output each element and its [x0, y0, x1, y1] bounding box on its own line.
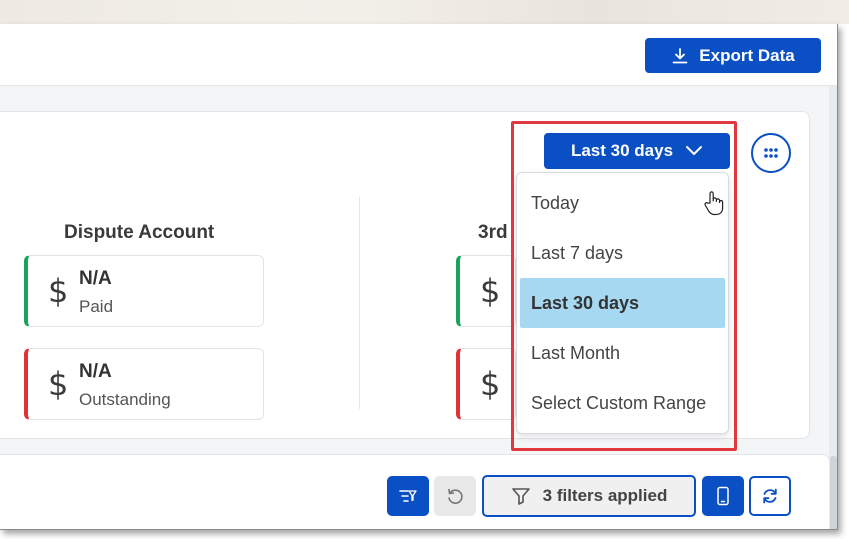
table-panel: 3 filters applied	[0, 454, 830, 529]
outstanding-card: $ N/A Outstanding	[24, 348, 264, 420]
dollar-icon: $	[480, 272, 501, 310]
third-column-title: 3rd	[478, 222, 508, 243]
screenshot-frame: Export Data Last 30 days Dispute Account…	[0, 0, 849, 539]
outstanding-value: N/A	[79, 361, 112, 382]
grid-dots-icon	[764, 148, 778, 158]
third-outstanding-card: $	[456, 348, 516, 420]
mobile-icon	[717, 486, 729, 506]
refresh-button[interactable]	[749, 476, 791, 516]
dispute-account-title: Dispute Account	[64, 222, 215, 243]
filters-applied-button[interactable]: 3 filters applied	[482, 475, 696, 517]
export-data-button[interactable]: Export Data	[645, 38, 821, 73]
dollar-icon: $	[480, 365, 501, 403]
scrollbar-thumb[interactable]	[830, 456, 837, 529]
reset-button[interactable]	[434, 476, 476, 516]
filter-icon	[511, 488, 530, 505]
download-icon	[672, 47, 688, 63]
export-data-label: Export Data	[699, 45, 795, 65]
filter-list-icon	[399, 490, 417, 502]
paid-value: N/A	[79, 268, 112, 289]
dollar-icon: $	[48, 365, 69, 403]
grid-options-button[interactable]	[751, 133, 791, 173]
page-header: Export Data	[0, 24, 837, 86]
column-divider	[359, 197, 360, 409]
paid-card: $ N/A Paid	[24, 255, 264, 327]
third-paid-card: $	[456, 255, 516, 327]
desktop-background	[0, 0, 849, 24]
annotation-highlight-box	[511, 121, 737, 451]
dollar-icon: $	[48, 272, 69, 310]
undo-icon	[448, 488, 463, 504]
hand-cursor-icon	[704, 191, 724, 216]
vertical-scrollbar[interactable]	[829, 86, 837, 529]
mobile-view-button[interactable]	[702, 476, 744, 516]
outstanding-label: Outstanding	[79, 390, 171, 409]
filters-applied-label: 3 filters applied	[542, 486, 668, 505]
column-filter-button[interactable]	[387, 476, 429, 516]
paid-label: Paid	[79, 297, 114, 316]
refresh-icon	[763, 488, 777, 504]
